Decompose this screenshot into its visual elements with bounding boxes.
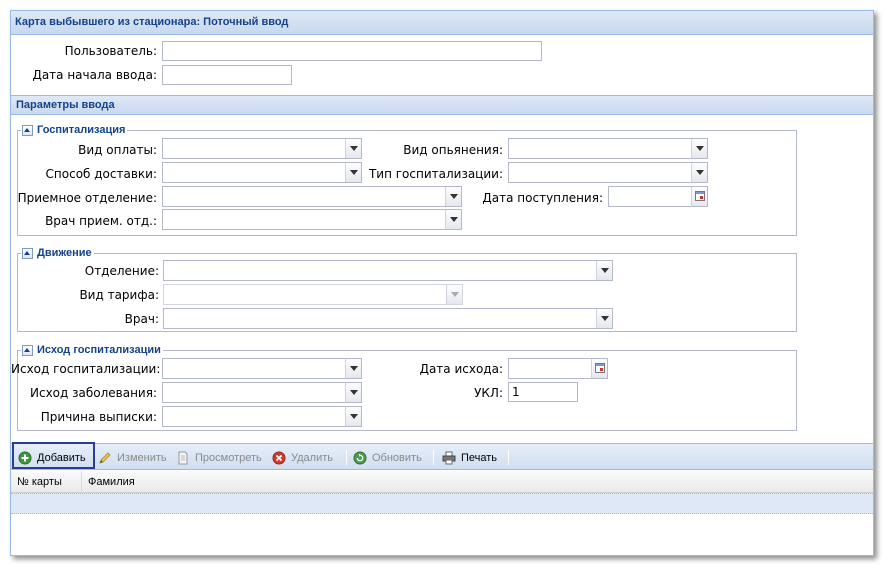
hosp-outcome-label: Исход госпитализации: — [11, 362, 161, 376]
chevron-down-icon[interactable] — [596, 309, 612, 328]
params-section-header: Параметры ввода — [11, 95, 873, 115]
discharge-reason-combo[interactable] — [162, 406, 362, 427]
disease-outcome-combo[interactable] — [162, 382, 362, 403]
hospitalization-legend-text: Госпитализация — [37, 124, 126, 136]
ukl-field[interactable]: 1 — [508, 382, 578, 402]
toolbar-separator — [433, 450, 434, 465]
calendar-trigger[interactable] — [691, 187, 707, 206]
intoxication-label: Вид опьянения: — [403, 143, 503, 157]
edit-label: Изменить — [117, 451, 167, 464]
payment-type-combo[interactable] — [162, 138, 362, 159]
movement-legend: Движение — [21, 246, 94, 260]
payment-type-label: Вид оплаты: — [78, 143, 157, 157]
outcome-date-label: Дата исхода: — [419, 362, 503, 376]
edit-button[interactable]: Изменить — [98, 447, 167, 468]
department-combo[interactable] — [163, 260, 613, 281]
tariff-combo[interactable] — [163, 284, 463, 305]
print-button[interactable]: Печать — [442, 447, 497, 468]
view-label: Просмотреть — [195, 451, 262, 464]
hosp-outcome-combo[interactable] — [162, 358, 362, 379]
hosp-type-combo[interactable] — [508, 162, 708, 183]
user-label: Пользователь: — [64, 44, 157, 58]
refresh-icon — [353, 451, 367, 465]
arrival-date-field[interactable] — [608, 186, 708, 207]
window-title: Карта выбывшего из стационара: Поточный … — [11, 11, 873, 35]
delivery-combo[interactable] — [162, 162, 362, 183]
outcome-legend-text: Исход госпитализации — [37, 344, 161, 356]
chevron-down-icon[interactable] — [345, 407, 361, 426]
outcome-date-field[interactable] — [508, 358, 608, 379]
chevron-down-icon[interactable] — [691, 163, 707, 182]
grid-header: № карты Фамилия — [11, 471, 873, 493]
chevron-down-icon[interactable] — [446, 285, 462, 304]
arrival-date-label: Дата поступления: — [482, 191, 603, 205]
document-icon — [176, 451, 190, 465]
doctor-combo[interactable] — [163, 308, 613, 329]
column-card-number[interactable]: № карты — [11, 471, 82, 493]
card-window: Карта выбывшего из стационара: Поточный … — [10, 10, 874, 556]
admission-doctor-combo[interactable] — [162, 209, 462, 230]
doctor-label: Врач: — [124, 312, 159, 326]
intoxication-combo[interactable] — [508, 138, 708, 159]
tariff-label: Вид тарифа: — [79, 288, 159, 302]
chevron-down-icon[interactable] — [691, 139, 707, 158]
table-row[interactable] — [11, 493, 873, 514]
collapse-icon[interactable] — [22, 247, 33, 259]
print-label: Печать — [461, 451, 498, 464]
refresh-label: Обновить — [372, 451, 422, 464]
user-field[interactable] — [162, 41, 542, 61]
delivery-label: Способ доставки: — [45, 167, 157, 181]
toolbar-separator — [346, 450, 347, 465]
hosp-type-label: Тип госпитализации: — [368, 167, 503, 181]
calendar-trigger[interactable] — [591, 359, 607, 378]
collapse-icon[interactable] — [22, 344, 33, 356]
chevron-down-icon[interactable] — [596, 261, 612, 280]
add-button-focus-ring — [12, 442, 95, 469]
toolbar-separator — [508, 450, 509, 465]
delete-button[interactable]: Удалить — [272, 447, 333, 468]
pencil-icon — [98, 451, 112, 465]
hospitalization-legend: Госпитализация — [21, 123, 128, 137]
calendar-icon — [695, 191, 705, 201]
department-label: Отделение: — [84, 264, 159, 278]
admission-dept-label: Приемное отделение: — [17, 191, 157, 205]
ukl-label: УКЛ: — [474, 386, 503, 400]
disease-outcome-label: Исход заболевания: — [30, 386, 157, 400]
outcome-legend: Исход госпитализации — [21, 343, 163, 357]
refresh-button[interactable]: Обновить — [353, 447, 422, 468]
column-surname[interactable]: Фамилия — [82, 471, 873, 493]
discharge-reason-label: Причина выписки: — [40, 410, 157, 424]
delete-label: Удалить — [291, 451, 333, 464]
movement-legend-text: Движение — [37, 247, 92, 259]
admission-dept-combo[interactable] — [162, 186, 462, 207]
calendar-icon — [595, 363, 605, 373]
admission-doctor-label: Врач прием. отд.: — [45, 214, 157, 228]
delete-icon — [272, 451, 286, 465]
view-button[interactable]: Просмотреть — [176, 447, 262, 468]
collapse-icon[interactable] — [22, 124, 33, 136]
start-date-field[interactable] — [162, 65, 292, 85]
chevron-down-icon[interactable] — [445, 210, 461, 229]
grid-toolbar: Добавить Изменить Просмотреть Удалить Об… — [11, 443, 873, 470]
start-date-label: Дата начала ввода: — [32, 68, 157, 82]
printer-icon — [442, 451, 456, 465]
